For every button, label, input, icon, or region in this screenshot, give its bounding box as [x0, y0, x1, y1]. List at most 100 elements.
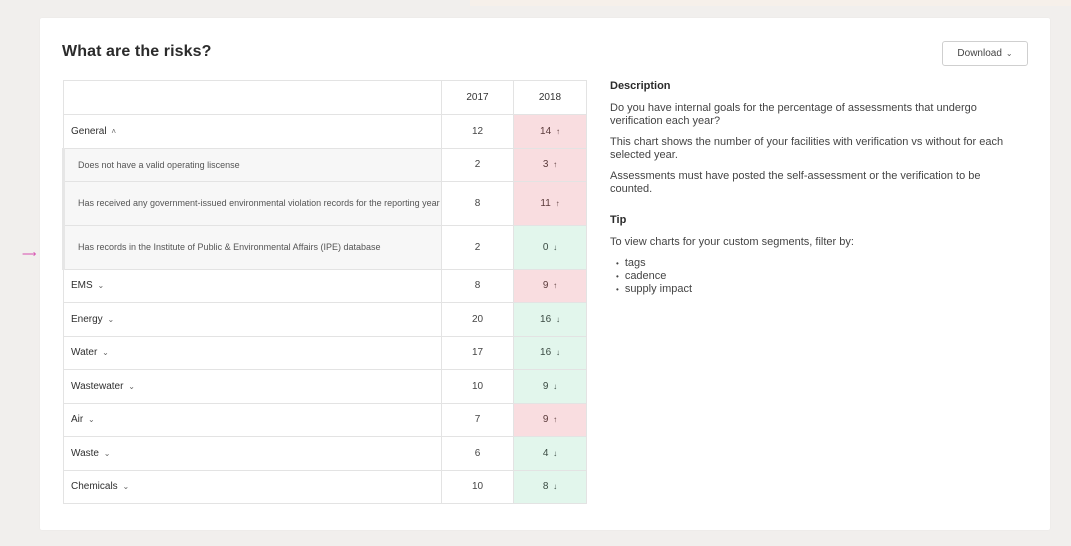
- risk-category-row[interactable]: Chemicals ⌄ 10 8 ↓: [63, 469, 587, 504]
- category-label: Chemicals: [71, 481, 118, 493]
- tip-filter-item: cadence: [616, 270, 1010, 283]
- risk-subrow: Has received any government-issued envir…: [62, 180, 587, 226]
- value-2018-cell: 16 ↓: [513, 302, 587, 337]
- arrow-down-icon: ↓: [555, 314, 560, 324]
- download-label: Download: [957, 48, 1002, 59]
- risk-category-row[interactable]: General ˄ 12 14 ↑: [63, 114, 587, 149]
- value-2018: 9: [542, 380, 549, 392]
- arrow-up-icon: ↑: [555, 126, 560, 136]
- arrow-down-icon: ↓: [553, 448, 558, 458]
- value-2018-cell: 11 ↑: [513, 180, 587, 226]
- subrow-label: Has records in the Institute of Public &…: [78, 242, 381, 252]
- tip-filter-item: supply impact: [616, 283, 1010, 296]
- arrow-up-icon: ↑: [553, 415, 558, 425]
- arrow-up-icon: ↑: [553, 281, 558, 291]
- header-year-2017: 2017: [441, 80, 514, 115]
- arrow-up-icon: ↑: [555, 198, 560, 208]
- risks-table-body: General ˄ 12 14 ↑ Does not have a valid ope…: [62, 114, 587, 504]
- arrow-down-icon: ↓: [555, 348, 560, 358]
- download-button[interactable]: Download ⌄: [942, 41, 1028, 66]
- tip-filter-item: tags: [616, 257, 1010, 270]
- value-2018: 9: [542, 414, 549, 426]
- value-2018: 3: [542, 159, 549, 170]
- description-panel: Description Do you have internal goals f…: [610, 80, 1010, 296]
- value-2018: 16: [540, 347, 552, 359]
- subrow-label: Has received any government-issued envir…: [78, 198, 440, 208]
- risk-category-row[interactable]: Wastewater ⌄ 10 9 ↓: [63, 369, 587, 404]
- background-strip-left: [0, 0, 470, 6]
- value-2017-cell: 10: [441, 469, 514, 504]
- risks-card: What are the risks? Download ⌄ 2017 2018…: [40, 18, 1050, 530]
- value-2018-cell: 4 ↓: [513, 436, 587, 471]
- header-year-2018: 2018: [513, 80, 587, 115]
- category-label: Wastewater: [71, 380, 124, 392]
- value-2018: 4: [542, 447, 549, 459]
- page-title: What are the risks?: [62, 43, 212, 60]
- value-2018: 8: [542, 481, 549, 493]
- value-2018-cell: 9 ↑: [513, 268, 587, 303]
- subrow-label-cell: Has received any government-issued envir…: [62, 180, 442, 226]
- category-label: Air: [71, 414, 84, 426]
- category-label: General: [71, 125, 107, 137]
- risk-category-row[interactable]: Energy ⌄ 20 16 ↓: [63, 302, 587, 337]
- row-pointer-icon: ⟶: [22, 249, 37, 260]
- value-2018-cell: 3 ↑: [513, 147, 587, 182]
- value-2018-cell: 8 ↓: [513, 469, 587, 504]
- description-heading: Description: [610, 80, 671, 92]
- tip-text: To view charts for your custom segments,…: [610, 236, 854, 248]
- value-2018: 9: [542, 280, 549, 292]
- category-label-cell: Chemicals ⌄: [63, 469, 442, 504]
- value-2018-cell: 9 ↓: [513, 369, 587, 404]
- arrow-down-icon: ↓: [553, 482, 558, 492]
- risk-subrow: Has records in the Institute of Public &…: [62, 224, 587, 270]
- chevron-down-icon[interactable]: ⌄: [88, 415, 95, 424]
- chevron-down-icon[interactable]: ⌄: [104, 449, 111, 458]
- description-paragraph-2: This chart shows the number of your faci…: [610, 136, 1004, 161]
- risk-subrow: Does not have a valid operating liscense…: [62, 147, 587, 182]
- risk-category-row[interactable]: Water ⌄ 17 16 ↓: [63, 335, 587, 370]
- risk-category-row[interactable]: Air ⌄ 7 9 ↑: [63, 402, 587, 437]
- risks-table: 2017 2018 General ˄ 12 14 ↑ Does not have a…: [62, 80, 587, 504]
- category-label-cell: Energy ⌄: [63, 302, 442, 337]
- value-2018: 11: [540, 197, 551, 209]
- chevron-down-icon[interactable]: ⌄: [102, 348, 109, 357]
- value-2017-cell: 2: [441, 224, 514, 270]
- category-label-cell: Water ⌄: [63, 335, 442, 370]
- chevron-down-icon[interactable]: ⌄: [97, 281, 104, 290]
- risk-category-row[interactable]: EMS ⌄ 8 9 ↑: [63, 268, 587, 303]
- value-2017-cell: 10: [441, 369, 514, 404]
- value-2017-cell: 6: [441, 436, 514, 471]
- chevron-down-icon[interactable]: ⌄: [107, 315, 114, 324]
- category-label-cell: Air ⌄: [63, 402, 442, 437]
- description-paragraph-1: Do you have internal goals for the perce…: [610, 102, 977, 127]
- value-2018-cell: 16 ↓: [513, 335, 587, 370]
- value-2018: 16: [540, 313, 552, 325]
- value-2017-cell: 8: [441, 268, 514, 303]
- value-2018-cell: 14 ↑: [513, 114, 587, 149]
- value-2017-cell: 7: [441, 402, 514, 437]
- table-header-row: 2017 2018: [63, 80, 587, 115]
- chevron-down-icon[interactable]: ⌄: [128, 382, 135, 391]
- subrow-label: Does not have a valid operating liscense: [78, 159, 240, 170]
- value-2017-cell: 12: [441, 114, 514, 149]
- chevron-up-icon[interactable]: ˄: [111, 127, 116, 136]
- value-2018: 0: [542, 241, 549, 253]
- category-label-cell: General ˄: [63, 114, 442, 149]
- category-label: EMS: [71, 280, 93, 292]
- arrow-down-icon: ↓: [553, 381, 558, 391]
- tip-filter-list: tags cadence supply impact: [610, 257, 1010, 296]
- chevron-down-icon[interactable]: ⌄: [122, 482, 129, 491]
- background-strip-right: [470, 0, 1071, 6]
- category-label-cell: Wastewater ⌄: [63, 369, 442, 404]
- value-2017-cell: 20: [441, 302, 514, 337]
- risk-category-row[interactable]: Waste ⌄ 6 4 ↓: [63, 436, 587, 471]
- value-2018-cell: 0 ↓: [513, 224, 587, 270]
- category-label: Waste: [71, 447, 99, 459]
- chevron-down-icon: ⌄: [1005, 49, 1013, 58]
- category-label: Energy: [71, 313, 103, 325]
- value-2017-cell: 17: [441, 335, 514, 370]
- category-label-cell: Waste ⌄: [63, 436, 442, 471]
- category-label: Water: [71, 347, 98, 359]
- value-2018: 14: [540, 125, 552, 137]
- category-label-cell: EMS ⌄: [63, 268, 442, 303]
